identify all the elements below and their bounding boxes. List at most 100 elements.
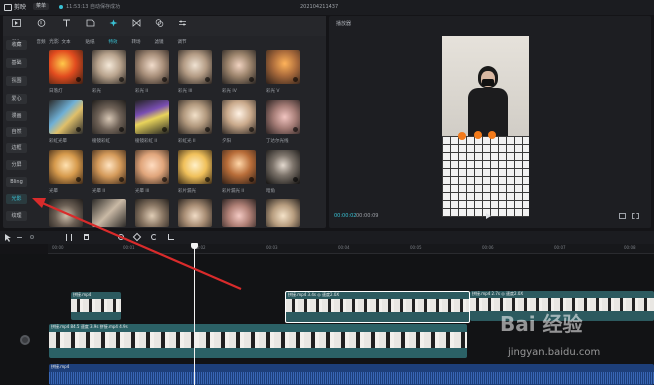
category-nature[interactable]: 自然 <box>6 127 27 137</box>
effect-thumbnail[interactable] <box>178 150 212 184</box>
overlay-clip-selected[interactable]: 拼接.mp4 3.4s ◎ 速度2.0X <box>285 291 470 323</box>
audio-waveform <box>49 372 654 384</box>
category-atmosphere[interactable]: 氛围 <box>6 76 27 86</box>
category-favorites[interactable]: 收藏 <box>6 40 27 50</box>
ruler-tick: 00:05 <box>410 245 422 250</box>
category-love[interactable]: 爱心 <box>6 94 27 104</box>
download-icon <box>293 127 298 132</box>
effect-label: 彩光 V <box>266 89 280 94</box>
effect-thumbnail[interactable] <box>266 100 300 134</box>
effect-label: 彩光 III <box>178 89 193 94</box>
watermark: Bai 经验 jingyan.baidu.com <box>500 310 650 370</box>
effect-thumbnail[interactable] <box>92 50 126 84</box>
category-basic[interactable]: 基础 <box>6 58 27 68</box>
category-comic[interactable]: 漫画 <box>6 111 27 121</box>
tool-label: 滤镜 <box>154 40 164 45</box>
clip-label: 拼接.mp4 <box>51 364 70 369</box>
main-track-toggle-icon[interactable] <box>20 335 30 345</box>
effect-thumbnail[interactable] <box>222 150 256 184</box>
title-bar: 剪映 菜单 11:53:13 自动保存成功 202104211437 <box>0 0 654 15</box>
play-icon[interactable] <box>486 213 491 219</box>
effect-label: 夕阳 <box>222 139 231 144</box>
ruler-tick: 00:08 <box>624 245 636 250</box>
filter-icon <box>155 19 163 27</box>
current-time: 00:00:02 <box>334 213 357 219</box>
tool-transition[interactable]: 转场 <box>125 16 147 45</box>
effect-thumbnail[interactable] <box>135 50 169 84</box>
effects-icon <box>109 19 117 27</box>
preview-person-body <box>468 88 508 138</box>
resource-toolbar: 媒体 音频 文本 贴纸 特效 转场 滤镜 调节 <box>3 16 326 45</box>
category-border[interactable]: 边框 <box>6 143 27 153</box>
effect-label: 暗角 <box>266 189 275 194</box>
menu-button[interactable]: 菜单 <box>33 3 50 10</box>
clip-frames <box>286 299 469 312</box>
ruler-tick: 00:04 <box>338 245 350 250</box>
tool-adjust[interactable]: 调节 <box>171 16 193 45</box>
player-title: 播放器 <box>336 21 352 27</box>
effect-thumbnail[interactable] <box>135 100 169 134</box>
text-icon <box>62 19 70 27</box>
clip-label: 拼接.mp4 3.4s ◎ 速度2.0X <box>288 292 340 297</box>
effect-thumbnail[interactable] <box>49 50 83 84</box>
tool-text[interactable]: 文本 <box>55 16 77 45</box>
effect-thumbnail[interactable] <box>266 50 300 84</box>
video-preview[interactable] <box>442 36 529 217</box>
tool-label: 音频 <box>36 40 46 45</box>
download-icon <box>162 127 167 132</box>
tool-label: 文本 <box>61 40 71 45</box>
ratio-icon[interactable] <box>619 213 626 219</box>
clip-label: 拼接.mp4 84.5 速度 3.9s 拼接.mp4 4.9s <box>51 324 128 329</box>
fullscreen-icon[interactable] <box>632 213 639 219</box>
effect-label: 棱镜彩虹 II <box>135 139 158 144</box>
tool-sticker[interactable]: 贴纸 <box>79 16 101 45</box>
effect-thumbnail[interactable] <box>92 100 126 134</box>
ruler-tick: 00:06 <box>482 245 494 250</box>
undo-icon[interactable] <box>17 237 22 238</box>
sticker-icon <box>86 19 94 27</box>
tool-media[interactable]: 媒体 <box>5 16 27 45</box>
effect-thumbnail[interactable] <box>222 50 256 84</box>
total-time: 00:00:09 <box>356 213 379 219</box>
effect-thumbnail[interactable] <box>178 100 212 134</box>
effect-label: 丁达尔光线 <box>266 139 289 144</box>
effect-thumbnail[interactable] <box>49 150 83 184</box>
tool-label: 转场 <box>131 40 141 45</box>
clip-label: 拼接.mp4 <box>73 292 92 297</box>
app-name: 剪映 <box>14 4 27 11</box>
download-icon <box>119 127 124 132</box>
effect-thumbnail[interactable] <box>92 150 126 184</box>
preview-orange <box>458 132 466 140</box>
ruler-tick: 00:07 <box>554 245 566 250</box>
effect-thumbnail[interactable] <box>222 100 256 134</box>
download-icon <box>119 177 124 182</box>
tool-label: 特效 <box>108 40 118 45</box>
category-texture[interactable]: 纹理 <box>6 211 27 221</box>
tool-audio[interactable]: 音频 <box>30 16 52 45</box>
preview-person-mask <box>482 79 494 86</box>
effect-thumbnail[interactable] <box>49 100 83 134</box>
download-icon <box>205 177 210 182</box>
effect-label: 彩虹光晕 <box>49 139 67 144</box>
overlay-clip[interactable]: 拼接.mp4 <box>71 292 121 320</box>
category-split[interactable]: 分屏 <box>6 160 27 170</box>
download-icon <box>205 127 210 132</box>
tool-effects[interactable]: 特效 <box>102 16 124 45</box>
effect-thumbnail[interactable] <box>266 150 300 184</box>
tool-label: 调节 <box>177 40 187 45</box>
effect-label: 日落灯 <box>49 89 63 94</box>
preview-orange <box>488 131 496 139</box>
category-bling[interactable]: Bling <box>6 177 27 187</box>
project-title: 202104211437 <box>300 4 339 10</box>
download-icon <box>293 77 298 82</box>
main-video-clip[interactable]: 拼接.mp4 84.5 速度 3.9s 拼接.mp4 4.9s <box>49 324 467 358</box>
cursor-icon[interactable] <box>5 234 11 242</box>
tool-filter[interactable]: 滤镜 <box>148 16 170 45</box>
effect-label: 彩光 IV <box>222 89 237 94</box>
category-light[interactable]: 光影 <box>6 194 27 204</box>
effect-thumbnail[interactable] <box>135 150 169 184</box>
player-panel: 播放器 00:00:02 00:00:09 <box>329 16 651 228</box>
watermark-brand: Bai 经验 <box>500 312 583 336</box>
effect-thumbnail[interactable] <box>266 199 300 227</box>
effect-thumbnail[interactable] <box>178 50 212 84</box>
